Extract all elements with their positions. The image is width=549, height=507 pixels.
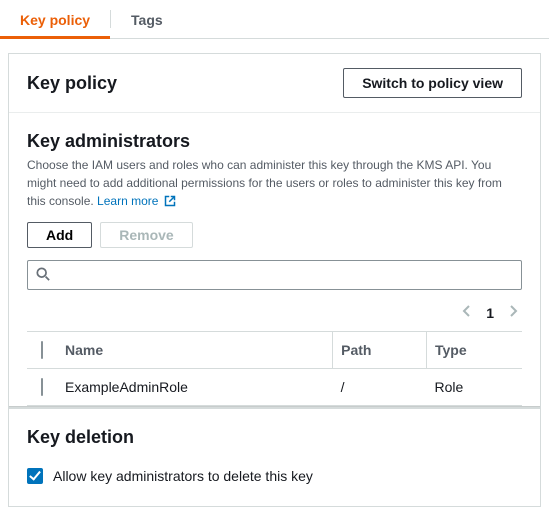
key-policy-panel: Key policy Switch to policy view Key adm…	[8, 53, 541, 507]
search-box[interactable]	[27, 260, 522, 290]
col-path[interactable]: Path	[333, 332, 427, 369]
learn-more-link[interactable]: Learn more	[97, 194, 176, 208]
cell-name: ExampleAdminRole	[57, 369, 333, 406]
external-link-icon	[164, 194, 176, 212]
section-title-deletion: Key deletion	[27, 427, 522, 448]
cell-path: /	[333, 369, 427, 406]
remove-button: Remove	[100, 222, 192, 248]
page-prev-button[interactable]	[462, 304, 472, 321]
search-icon	[36, 267, 50, 284]
row-checkbox[interactable]	[41, 378, 43, 396]
admin-button-row: Add Remove	[27, 222, 522, 248]
table-row[interactable]: ExampleAdminRole / Role	[27, 369, 522, 406]
panel-title: Key policy	[27, 73, 117, 94]
switch-policy-view-button[interactable]: Switch to policy view	[343, 68, 522, 98]
select-all-checkbox[interactable]	[41, 341, 43, 359]
pagination: 1	[27, 300, 522, 331]
allow-delete-checkbox[interactable]	[27, 468, 43, 484]
select-all-header	[27, 332, 57, 369]
allow-delete-label: Allow key administrators to delete this …	[53, 468, 313, 484]
admins-table: Name Path Type ExampleAdminRole / Role	[27, 331, 522, 406]
page-next-button[interactable]	[508, 304, 518, 321]
panel-header: Key policy Switch to policy view	[9, 54, 540, 113]
tab-bar: Key policy Tags	[0, 0, 549, 39]
page-number: 1	[486, 305, 494, 321]
tab-tags[interactable]: Tags	[111, 0, 183, 38]
section-description: Choose the IAM users and roles who can a…	[27, 156, 522, 212]
section-title-admins: Key administrators	[27, 131, 522, 152]
tab-key-policy[interactable]: Key policy	[0, 0, 110, 38]
allow-delete-row[interactable]: Allow key administrators to delete this …	[27, 468, 522, 484]
add-button[interactable]: Add	[27, 222, 92, 248]
key-deletion-section: Key deletion Allow key administrators to…	[9, 409, 540, 506]
col-type[interactable]: Type	[427, 332, 523, 369]
col-name[interactable]: Name	[57, 332, 333, 369]
key-administrators-section: Key administrators Choose the IAM users …	[9, 113, 540, 406]
search-input[interactable]	[56, 265, 513, 285]
table-header-row: Name Path Type	[27, 332, 522, 369]
cell-type: Role	[427, 369, 523, 406]
